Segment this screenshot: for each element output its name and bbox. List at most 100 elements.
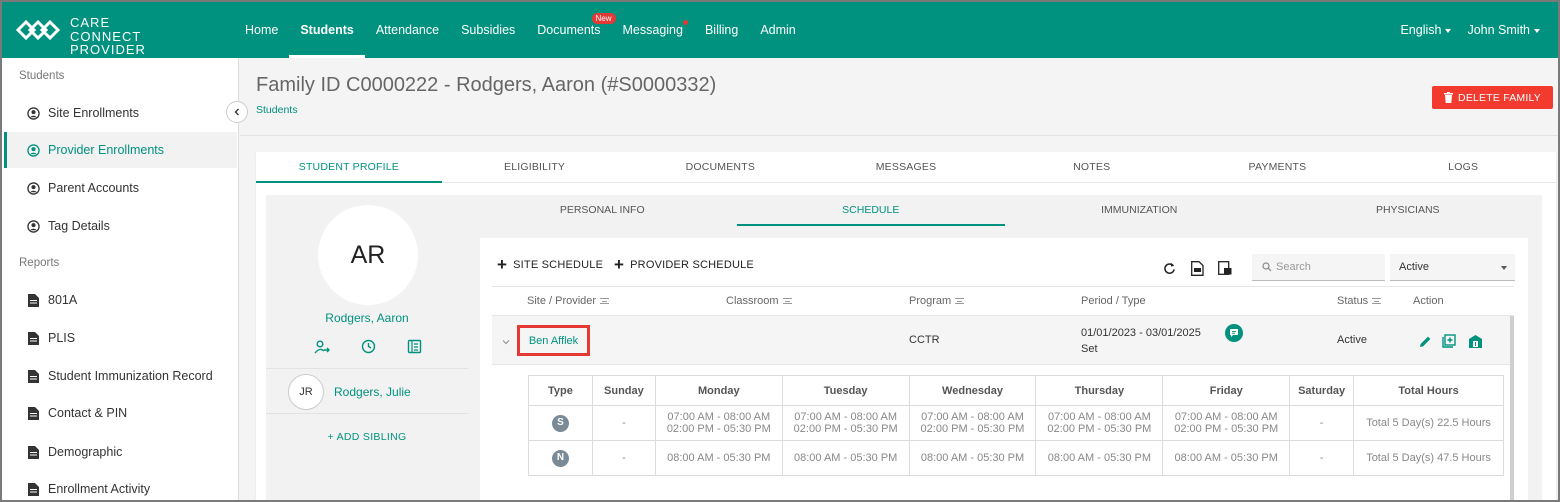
column-period-type[interactable]: Period / Type — [1081, 287, 1146, 316]
export-pdf-icon[interactable] — [1189, 260, 1205, 276]
sidebar-item-label: Parent Accounts — [48, 181, 140, 195]
user-name: John Smith — [1467, 23, 1530, 37]
language-dropdown[interactable]: English — [1392, 2, 1459, 58]
total-hours-cell: Total 5 Day(s) 47.5 Hours — [1353, 440, 1504, 476]
nav-subsidies[interactable]: Subsidies — [450, 2, 526, 58]
person-transfer-icon[interactable] — [314, 339, 330, 355]
sidebar-item-tag-details[interactable]: Tag Details — [4, 208, 237, 244]
time-range: 02:00 PM - 05:30 PM — [920, 423, 1025, 435]
column-label: Site / Provider — [527, 295, 597, 307]
student-card: STUDENT PROFILE ELIGIBILITY DOCUMENTS ME… — [256, 152, 1556, 500]
nav-admin[interactable]: Admin — [749, 2, 806, 58]
tab-documents[interactable]: DOCUMENTS — [627, 152, 813, 182]
tab-personal-info[interactable]: PERSONAL INFO — [468, 195, 737, 226]
sidebar-section-reports: Reports — [19, 257, 60, 269]
search-box[interactable] — [1252, 254, 1385, 281]
tab-physicians[interactable]: PHYSICIANS — [1274, 195, 1543, 226]
sunday-cell: - — [591, 440, 656, 476]
copy-add-icon[interactable] — [1441, 333, 1457, 349]
wednesday-cell: 08:00 AM - 05:30 PM — [908, 440, 1037, 476]
sidebar-item-student-immunization-record[interactable]: Student Immunization Record — [4, 358, 237, 394]
provider-link[interactable]: Ben Afflek — [517, 325, 590, 356]
nav-documents-label: Documents — [537, 23, 601, 37]
status-filter-select[interactable]: Active — [1390, 254, 1515, 281]
profile-actions — [314, 339, 422, 355]
column-program[interactable]: Program — [909, 287, 965, 316]
column-classroom[interactable]: Classroom — [726, 287, 792, 316]
nav-students[interactable]: Students — [289, 2, 366, 58]
column-action: Action — [1413, 295, 1444, 307]
tab-eligibility[interactable]: ELIGIBILITY — [442, 152, 628, 182]
period-cell: 01/01/2023 - 03/01/2025 — [1081, 327, 1201, 339]
export-excel-icon[interactable] — [1217, 260, 1233, 276]
sidebar-item-enrollment-activity[interactable]: Enrollment Activity — [4, 471, 237, 500]
clock-icon[interactable] — [361, 339, 376, 355]
profile-container: AR Rodgers, Aaron JR Rodgers, Julie + AD… — [266, 195, 1543, 500]
nav-billing[interactable]: Billing — [694, 2, 749, 58]
tab-payments[interactable]: PAYMENTS — [1185, 152, 1371, 182]
total-hours-cell: Total 5 Day(s) 22.5 Hours — [1353, 405, 1504, 441]
expand-row-toggle[interactable] — [502, 335, 510, 349]
person-circle-icon — [26, 181, 40, 195]
user-menu[interactable]: John Smith — [1459, 2, 1548, 58]
edit-pencil-icon[interactable] — [1417, 333, 1433, 349]
ledger-icon[interactable] — [407, 339, 422, 355]
header-type: Type — [528, 375, 593, 406]
tuesday-cell: 08:00 AM - 05:30 PM — [781, 440, 910, 476]
nav-home[interactable]: Home — [234, 2, 289, 58]
sidebar-item-demographic[interactable]: Demographic — [4, 434, 237, 470]
thursday-cell: 07:00 AM - 08:00 AM 02:00 PM - 05:30 PM — [1035, 405, 1164, 441]
plus-icon: + — [497, 255, 508, 274]
column-label: Program — [909, 295, 952, 307]
student-name: Rodgers, Aaron — [325, 311, 409, 325]
nav-messaging[interactable]: Messaging — [612, 2, 694, 58]
sunday-cell: - — [591, 405, 656, 441]
sidebar-item-site-enrollments[interactable]: Site Enrollments — [4, 95, 237, 131]
profile-panel: AR Rodgers, Aaron JR Rodgers, Julie + AD… — [266, 195, 468, 461]
tab-messages[interactable]: MESSAGES — [813, 152, 999, 182]
sidebar-item-contact-pin[interactable]: Contact & PIN — [4, 395, 237, 431]
type-cell: S — [528, 405, 593, 441]
nav-attendance[interactable]: Attendance — [365, 2, 450, 58]
sidebar-item-801a[interactable]: 801A — [4, 282, 237, 318]
nav-documents[interactable]: Documents New — [526, 2, 616, 58]
column-status[interactable]: Status — [1337, 287, 1382, 316]
vertical-scrollbar[interactable] — [1510, 316, 1514, 500]
delete-family-button[interactable]: DELETE FAMILY — [1432, 86, 1553, 109]
sibling-name[interactable]: Rodgers, Julie — [334, 385, 411, 399]
tab-notes[interactable]: NOTES — [999, 152, 1185, 182]
table-row: N - 08:00 AM - 05:30 PM 08:00 AM - 05:30… — [528, 440, 1504, 476]
message-icon[interactable] — [1225, 324, 1243, 342]
tab-schedule[interactable]: SCHEDULE — [736, 195, 1006, 226]
sidebar-item-parent-accounts[interactable]: Parent Accounts — [4, 170, 237, 206]
wednesday-cell: 07:00 AM - 08:00 AM 02:00 PM - 05:30 PM — [908, 405, 1037, 441]
breadcrumb-students[interactable]: Students — [256, 104, 297, 116]
document-icon — [26, 331, 40, 345]
sidebar-collapse-button[interactable] — [226, 101, 248, 123]
search-input[interactable] — [1276, 261, 1376, 273]
add-provider-schedule-button[interactable]: + PROVIDER SCHEDULE — [614, 256, 754, 273]
sidebar-item-provider-enrollments[interactable]: Provider Enrollments — [4, 132, 237, 168]
filter-icon — [1372, 298, 1382, 305]
filter-icon — [600, 298, 610, 305]
refresh-icon[interactable] — [1161, 260, 1177, 276]
column-site-provider[interactable]: Site / Provider — [527, 287, 610, 316]
header-total-hours: Total Hours — [1353, 375, 1504, 406]
type-cell: N — [528, 440, 593, 476]
tab-student-profile[interactable]: STUDENT PROFILE — [256, 152, 442, 183]
notification-dot — [682, 20, 688, 25]
add-sibling-button[interactable]: + ADD SIBLING — [266, 431, 468, 443]
main-tabs: STUDENT PROFILE ELIGIBILITY DOCUMENTS ME… — [256, 152, 1556, 183]
sibling-row[interactable]: JR Rodgers, Julie — [266, 368, 468, 414]
status-filter-value: Active — [1399, 261, 1429, 273]
time-range: 07:00 AM - 08:00 AM — [1048, 411, 1151, 423]
avatar: AR — [318, 205, 418, 305]
time-range: 07:00 AM - 08:00 AM — [921, 411, 1024, 423]
sidebar-item-plis[interactable]: PLIS — [4, 320, 237, 356]
column-label: Status — [1337, 295, 1369, 307]
app-logo[interactable]: CARE CONNECT PROVIDER — [16, 16, 216, 56]
tab-logs[interactable]: LOGS — [1370, 152, 1556, 182]
tab-immunization[interactable]: IMMUNIZATION — [1005, 195, 1274, 226]
add-site-schedule-button[interactable]: + SITE SCHEDULE — [497, 255, 603, 274]
billing-icon[interactable] — [1467, 333, 1483, 349]
